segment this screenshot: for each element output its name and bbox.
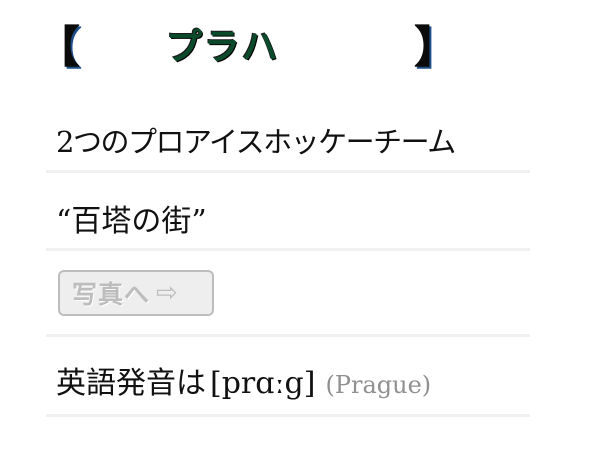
pronunciation-row: 英語発音は [prɑːg] (Prague) [46, 360, 530, 417]
fact-text: 2つのプロアイスホッケーチーム [56, 125, 456, 159]
title-close-bracket: 】 [414, 22, 458, 73]
photo-row: 写真へ ⇨ [46, 250, 530, 337]
page-title: 【 プラハ 】 [36, 20, 458, 80]
fact-text: “百塔の街” [56, 204, 207, 239]
title-text: プラハ [166, 27, 280, 68]
photo-button[interactable]: 写真へ ⇨ [58, 270, 214, 316]
title-open-bracket: 【 [36, 22, 80, 73]
pronunciation-label: 英語発音は [56, 366, 206, 401]
pronunciation-english: (Prague) [325, 371, 432, 399]
arrow-right-icon: ⇨ [156, 278, 178, 308]
pronunciation-text: 英語発音は [prɑːg] (Prague) [56, 366, 431, 403]
photo-button-label: 写真へ [72, 280, 151, 309]
fact-row-hockey: 2つのプロアイスホッケーチーム [46, 118, 530, 173]
fact-row-nickname: “百塔の街” [46, 198, 530, 251]
pronunciation-ipa: [prɑːg] [210, 366, 316, 401]
